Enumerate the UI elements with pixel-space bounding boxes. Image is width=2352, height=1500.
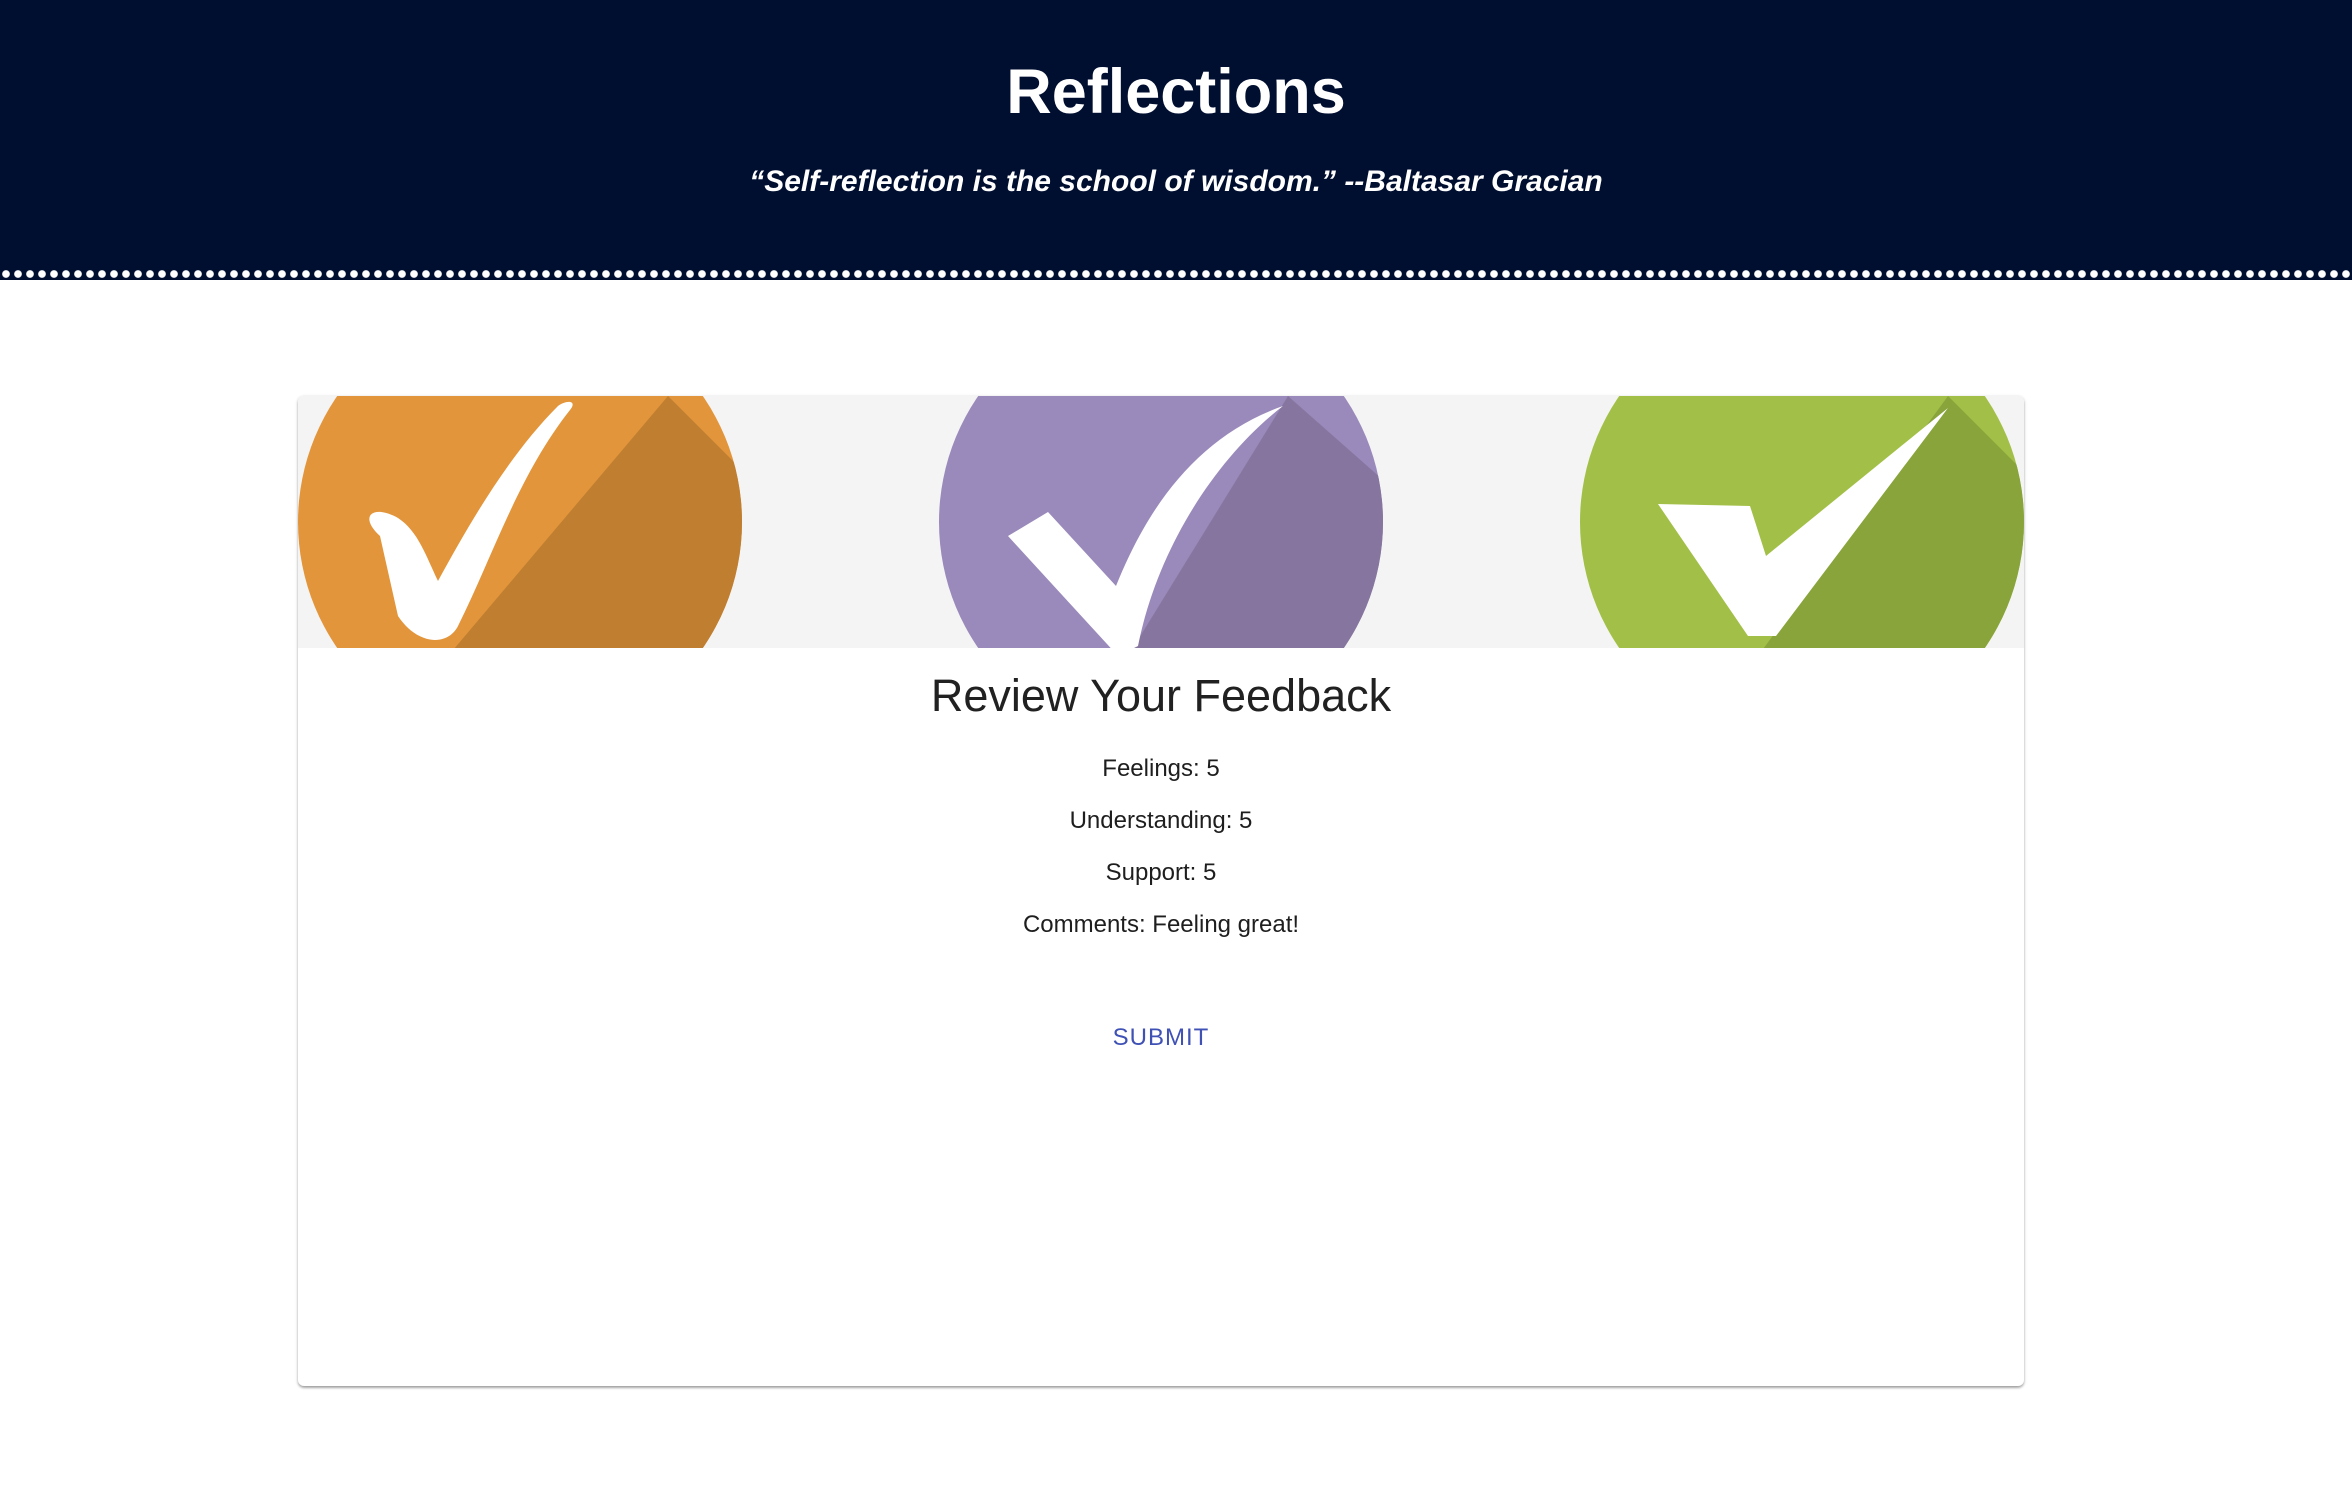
purple-checkmark-icon (939, 396, 1383, 648)
orange-checkmark-icon (298, 396, 742, 648)
feelings-value: Feelings: 5 (1102, 755, 1220, 782)
checkmark-banner (298, 396, 2024, 648)
review-card: Review Your Feedback Feelings: 5 Underst… (298, 396, 2024, 1386)
dotted-divider (0, 268, 2352, 280)
header-quote: “Self-reflection is the school of wisdom… (749, 165, 1603, 198)
page-title: Reflections (1006, 57, 1346, 127)
page-header: Reflections “Self-reflection is the scho… (0, 0, 2352, 272)
submit-button[interactable]: SUBMIT (1061, 1010, 1261, 1066)
support-value: Support: 5 (1105, 859, 1217, 886)
review-title: Review Your Feedback (930, 670, 1392, 721)
green-checkmark-icon (1580, 396, 2024, 648)
comments-value: Comments: Feeling great! (1022, 911, 1300, 938)
understanding-value: Understanding: 5 (1069, 807, 1253, 834)
